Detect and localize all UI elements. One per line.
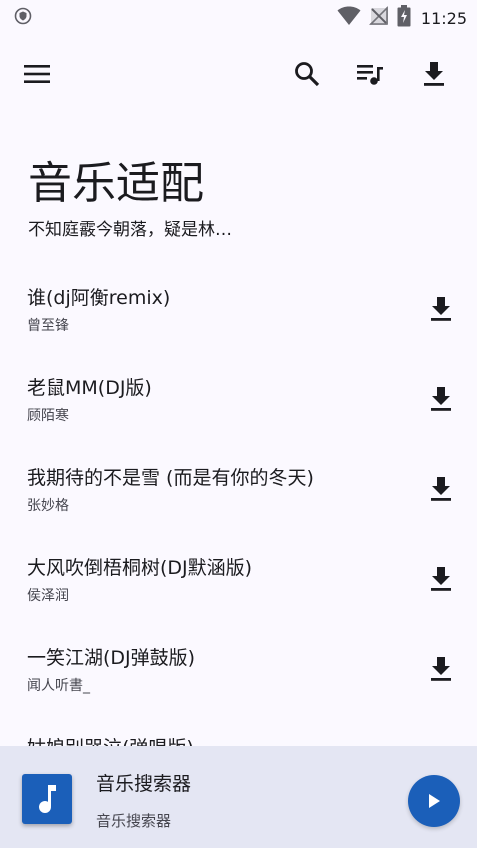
song-artist: 闻人听書_ xyxy=(27,678,90,694)
song-download-button[interactable] xyxy=(423,561,459,597)
song-title: 我期待的不是雪 (而是有你的冬天) xyxy=(27,467,314,489)
download-icon xyxy=(431,297,451,321)
search-button[interactable] xyxy=(283,50,331,98)
album-art xyxy=(22,774,72,824)
song-item[interactable]: 谁(dj阿衡remix) 曾至锋 xyxy=(0,264,477,354)
player-subtitle: 音乐搜索器 xyxy=(96,812,172,830)
song-download-button[interactable] xyxy=(423,471,459,507)
no-signal-icon xyxy=(368,6,389,30)
shield-icon xyxy=(14,7,32,29)
play-icon xyxy=(429,794,440,808)
song-title: 老鼠MM(DJ版) xyxy=(27,377,152,399)
playlist-icon xyxy=(357,65,383,85)
song-download-button[interactable] xyxy=(423,381,459,417)
page-subtitle: 不知庭霰今朝落，疑是林… xyxy=(28,220,232,240)
song-artist: 曾至锋 xyxy=(27,318,69,334)
song-artist: 张妙格 xyxy=(27,498,69,514)
menu-button[interactable] xyxy=(13,50,61,98)
song-artist: 侯泽润 xyxy=(27,588,69,604)
download-icon xyxy=(431,567,451,591)
download-icon xyxy=(431,657,451,681)
song-title: 一笑江湖(DJ弹鼓版) xyxy=(27,647,196,669)
song-download-button[interactable] xyxy=(423,651,459,687)
song-item[interactable]: 老鼠MM(DJ版) 顾陌寒 xyxy=(0,354,477,444)
app-bar xyxy=(0,50,477,100)
song-list: 谁(dj阿衡remix) 曾至锋 老鼠MM(DJ版) 顾陌寒 我期待的不是雪 (… xyxy=(0,264,477,746)
song-artist: 顾陌寒 xyxy=(27,408,69,424)
page-header: 音乐适配 不知庭霰今朝落，疑是林… xyxy=(28,154,468,242)
status-time: 11:25 xyxy=(420,8,467,28)
status-bar: 11:25 xyxy=(0,0,477,34)
song-item[interactable]: 姑娘别哭泣(弹唱版) xyxy=(0,714,477,746)
menu-icon xyxy=(24,65,50,83)
song-item[interactable]: 大风吹倒梧桐树(DJ默涵版) 侯泽润 xyxy=(0,534,477,624)
page-title: 音乐适配 xyxy=(28,158,204,209)
song-title: 姑娘别哭泣(弹唱版) xyxy=(27,734,194,746)
mini-player[interactable]: 音乐搜索器 音乐搜索器 xyxy=(0,746,477,848)
search-icon xyxy=(295,62,320,87)
battery-charging-icon xyxy=(397,5,411,31)
wifi-icon xyxy=(337,6,361,30)
song-item[interactable]: 我期待的不是雪 (而是有你的冬天) 张妙格 xyxy=(0,444,477,534)
music-note-icon xyxy=(39,785,56,813)
play-button[interactable] xyxy=(408,775,460,827)
song-download-button[interactable] xyxy=(423,291,459,327)
playlist-button[interactable] xyxy=(346,50,394,98)
song-title: 谁(dj阿衡remix) xyxy=(27,287,171,309)
download-icon xyxy=(431,477,451,501)
download-icon xyxy=(424,62,444,86)
song-item[interactable]: 一笑江湖(DJ弹鼓版) 闻人听書_ xyxy=(0,624,477,714)
song-title: 大风吹倒梧桐树(DJ默涵版) xyxy=(27,557,253,579)
download-icon xyxy=(431,387,451,411)
player-title: 音乐搜索器 xyxy=(96,773,192,795)
download-all-button[interactable] xyxy=(410,50,458,98)
